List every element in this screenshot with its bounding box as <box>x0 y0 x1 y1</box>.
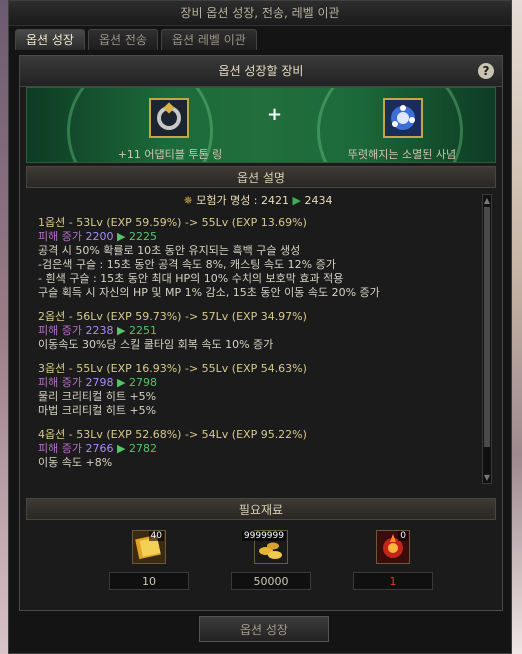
help-button[interactable]: ? <box>478 63 494 79</box>
option-1-damage: 피해 증가 2200 ▶ 2225 <box>38 230 478 244</box>
fame-label: 모험가 명성 : 2421 <box>196 194 290 207</box>
material-1-badge: 40 <box>148 531 164 541</box>
option-3-arrow-icon: ▶ <box>116 376 126 389</box>
materials-header: 필요재료 <box>26 498 496 520</box>
option-4-arrow-icon: ▶ <box>116 442 126 455</box>
description-scrollbar[interactable]: ▲ ▼ <box>482 194 492 484</box>
fame-icon: ✵ <box>183 194 193 207</box>
option-2: 2옵션 - 56Lv (EXP 59.73%) -> 57Lv (EXP 34.… <box>38 310 478 352</box>
material-2-count: 50000 <box>231 572 311 590</box>
option-1-effect: 구슬 획득 시 자신의 HP 및 MP 1% 감소, 15초 동안 이동 속도 … <box>38 286 380 299</box>
option-1-damage-label: 피해 증가 <box>38 230 82 243</box>
tab-bar: 옵션 성장 옵션 전송 옵션 레벨 이관 <box>15 29 257 51</box>
option-2-effect: 이동속도 30%당 스킬 쿨타임 회복 속도 10% 증가 <box>38 338 274 351</box>
fame-to: 2434 <box>304 194 333 207</box>
material-slot-gold[interactable]: 9999999 <box>241 530 288 564</box>
ring-icon <box>151 100 187 136</box>
material-slot-card[interactable]: 40 <box>132 530 166 564</box>
option-4-damage-label: 피해 증가 <box>38 442 82 455</box>
panel-header-label: 옵션 성장할 장비 <box>218 64 304 78</box>
option-4: 4옵션 - 53Lv (EXP 52.68%) -> 54Lv (EXP 95.… <box>38 428 478 470</box>
fame-arrow-icon: ▶ <box>292 194 301 207</box>
crystal-flower-icon <box>385 100 421 136</box>
option-1-arrow-icon: ▶ <box>116 230 126 243</box>
option-3-effect: 마법 크리티컬 히트 +5% <box>38 404 157 417</box>
option-growth-window: 장비 옵션 성장, 전송, 레벨 이관 옵션 성장 옵션 전송 옵션 레벨 이관… <box>8 0 512 654</box>
material-2-badge: 9999999 <box>241 531 286 541</box>
growth-panel: 옵션 성장할 장비 ? + +11 어댑티블 투톤 링 뚜렷해지는 소멸된 사념… <box>19 55 503 611</box>
option-4-title: 4옵션 - 53Lv (EXP 52.68%) -> 54Lv (EXP 95.… <box>38 428 307 441</box>
panel-header: 옵션 성장할 장비 <box>20 56 502 87</box>
option-description-label: 옵션 설명 <box>237 171 285 185</box>
scroll-down-icon[interactable]: ▼ <box>483 473 491 482</box>
option-1-title: 1옵션 - 53Lv (EXP 59.59%) -> 55Lv (EXP 13.… <box>38 216 307 229</box>
option-3-damage-label: 피해 증가 <box>38 376 82 389</box>
material-slot-orb[interactable]: 0 <box>376 530 410 564</box>
option-2-arrow-icon: ▶ <box>116 324 126 337</box>
target-item-name: +11 어댑티블 투톤 링 <box>117 148 223 161</box>
scroll-up-icon[interactable]: ▲ <box>483 196 491 205</box>
tab-option-growth[interactable]: 옵션 성장 <box>15 29 85 50</box>
option-2-damage-to: 2251 <box>128 324 157 337</box>
background-right <box>512 0 522 654</box>
option-2-damage-label: 피해 증가 <box>38 324 82 337</box>
option-2-damage: 피해 증가 2238 ▶ 2251 <box>38 324 478 338</box>
option-3-title: 3옵션 - 55Lv (EXP 16.93%) -> 55Lv (EXP 54.… <box>38 362 307 375</box>
option-4-damage-to: 2782 <box>128 442 157 455</box>
material-3-count: 1 <box>353 572 433 590</box>
tab-option-transfer[interactable]: 옵션 전송 <box>87 29 158 50</box>
materials-label: 필요재료 <box>238 503 284 517</box>
option-4-damage-from: 2766 <box>85 442 114 455</box>
fame-line: ✵ 모험가 명성 : 2421 ▶ 2434 <box>38 194 478 208</box>
option-1-damage-from: 2200 <box>85 230 114 243</box>
option-1-effect: - 흰색 구슬 : 15초 동안 최대 HP의 10% 수치의 보호막 효과 적… <box>38 272 344 285</box>
material-3-badge: 0 <box>398 531 408 541</box>
equipment-banner: + +11 어댑티블 투톤 링 뚜렷해지는 소멸된 사념 <box>26 87 496 163</box>
option-2-title: 2옵션 - 56Lv (EXP 59.73%) -> 57Lv (EXP 34.… <box>38 310 307 323</box>
option-1: 1옵션 - 53Lv (EXP 59.59%) -> 55Lv (EXP 13.… <box>38 216 478 300</box>
material-1-count: 10 <box>109 572 189 590</box>
option-3-effect: 물리 크리티컬 히트 +5% <box>38 390 157 403</box>
tab-option-level-transfer[interactable]: 옵션 레벨 이관 <box>160 29 257 50</box>
option-description-header: 옵션 설명 <box>26 166 496 188</box>
material-item-name: 뚜렷해지는 소멸된 사념 <box>347 148 457 161</box>
option-2-damage-from: 2238 <box>85 324 114 337</box>
material-item-slot[interactable] <box>383 98 423 138</box>
option-3: 3옵션 - 55Lv (EXP 16.93%) -> 55Lv (EXP 54.… <box>38 362 478 418</box>
option-3-damage-from: 2798 <box>85 376 114 389</box>
option-1-damage-to: 2225 <box>128 230 157 243</box>
option-1-effect: -검은색 구슬 : 15초 동안 공격 속도 8%, 캐스팅 속도 12% 증가 <box>38 258 336 271</box>
option-description-body: ✵ 모험가 명성 : 2421 ▶ 2434 1옵션 - 53Lv (EXP 5… <box>38 192 478 492</box>
background-left <box>0 0 8 654</box>
option-4-damage: 피해 증가 2766 ▶ 2782 <box>38 442 478 456</box>
window-title: 장비 옵션 성장, 전송, 레벨 이관 <box>9 1 511 26</box>
option-4-effect: 이동 속도 +8% <box>38 456 113 469</box>
plus-sign: + <box>267 104 283 125</box>
scroll-thumb[interactable] <box>484 207 490 447</box>
target-item-slot[interactable] <box>149 98 189 138</box>
option-growth-button[interactable]: 옵션 성장 <box>199 616 329 642</box>
option-3-damage-to: 2798 <box>128 376 157 389</box>
option-1-effect: 공격 시 50% 확률로 10초 동안 유지되는 흑백 구슬 생성 <box>38 244 301 257</box>
option-3-damage: 피해 증가 2798 ▶ 2798 <box>38 376 478 390</box>
